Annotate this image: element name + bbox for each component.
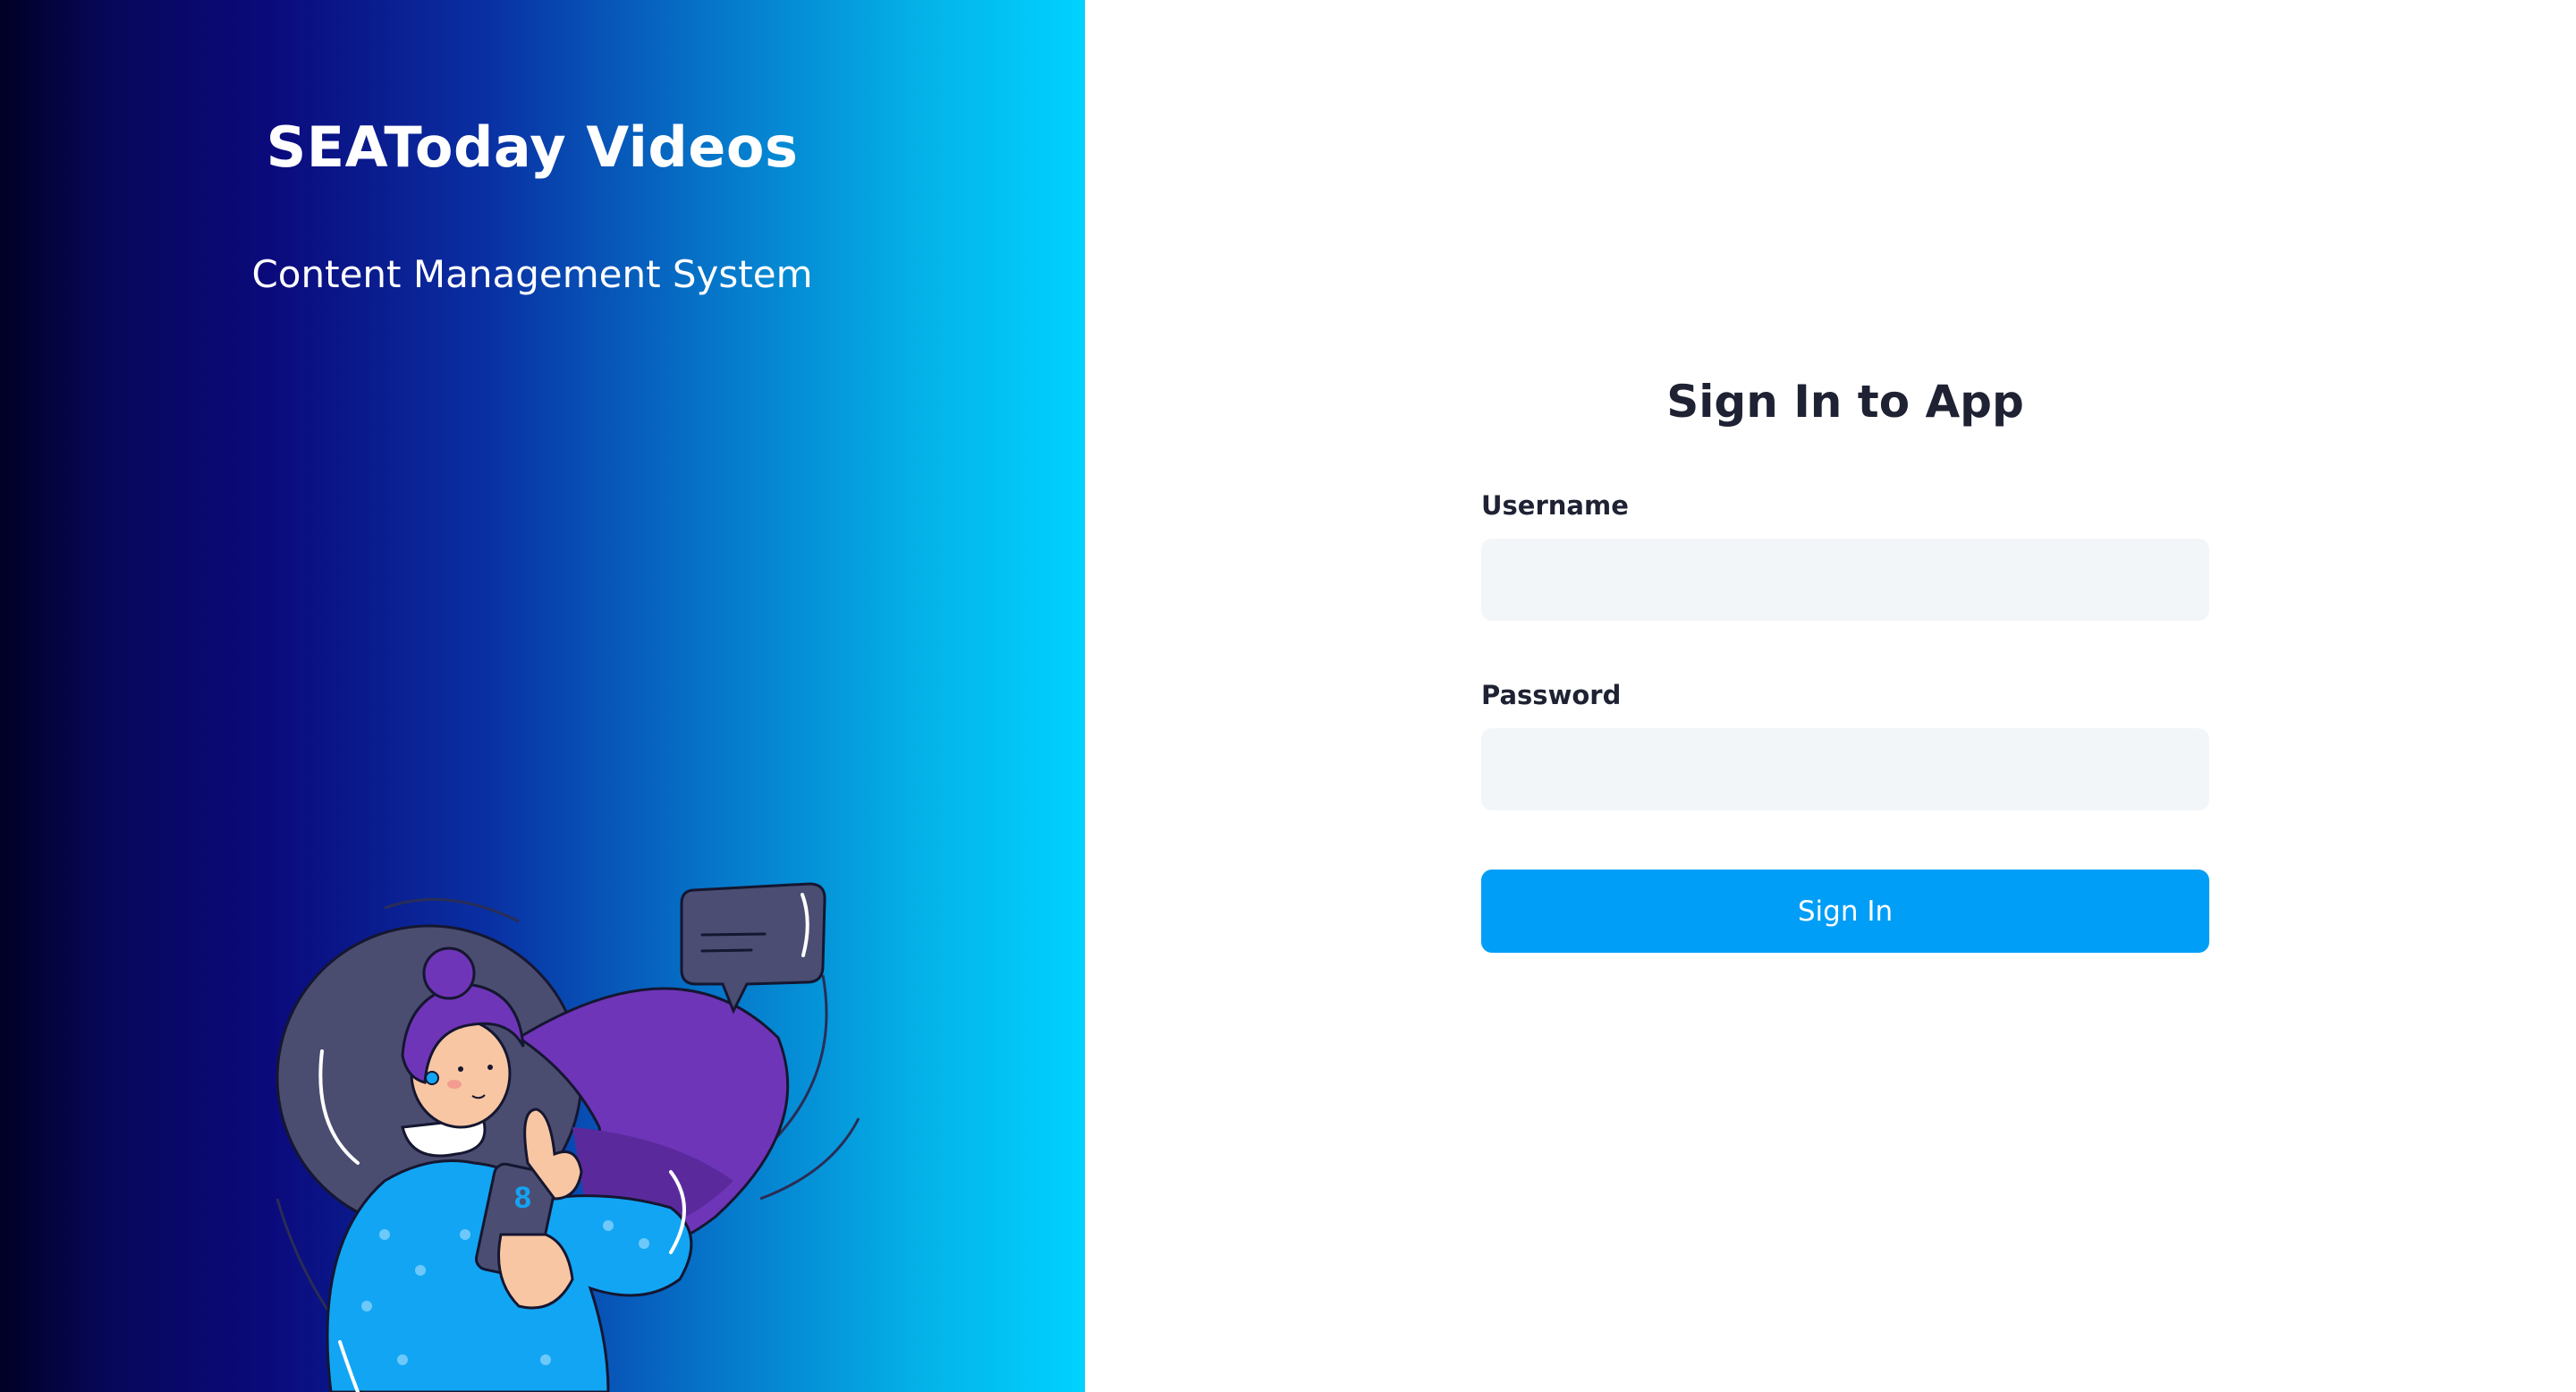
svg-text:8: 8: [514, 1181, 531, 1215]
password-input[interactable]: [1481, 728, 2209, 811]
motion-line: [275, 1198, 333, 1316]
login-page: SEAToday Videos Content Management Syste…: [0, 0, 2576, 1392]
chat-bubble-icon: [680, 882, 826, 1014]
brand-title: SEAToday Videos: [266, 115, 799, 180]
username-group: Username: [1481, 490, 2209, 621]
brand-panel: SEAToday Videos Content Management Syste…: [0, 0, 1085, 1392]
hand: [497, 1233, 574, 1310]
username-input[interactable]: [1481, 539, 2209, 621]
motion-line: [384, 897, 520, 923]
signin-panel: Sign In to App Username Password Sign In: [1085, 0, 2576, 1392]
signin-form: Sign In to App Username Password Sign In: [1481, 376, 2209, 953]
woman-with-phone-illustration: 8: [275, 882, 860, 1392]
hair-bun: [422, 946, 476, 1000]
password-group: Password: [1481, 680, 2209, 811]
form-title: Sign In to App: [1666, 376, 2024, 428]
brand-subtitle: Content Management System: [251, 252, 813, 296]
sign-in-button[interactable]: Sign In: [1481, 870, 2209, 953]
username-label: Username: [1481, 490, 1629, 521]
password-label: Password: [1481, 680, 1622, 710]
earring: [425, 1071, 439, 1085]
